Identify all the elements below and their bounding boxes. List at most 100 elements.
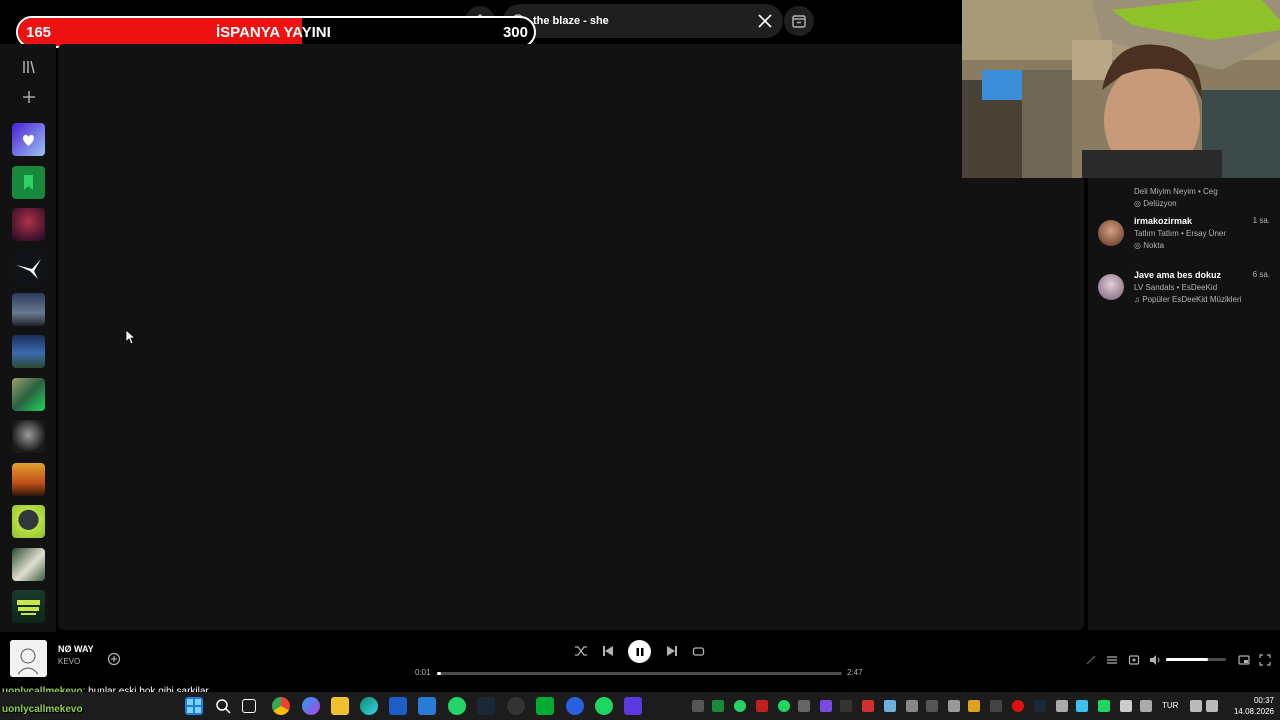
- playlist-thumb-5[interactable]: [12, 378, 45, 411]
- playback-progress-bar[interactable]: [437, 672, 842, 675]
- tray-icon[interactable]: [712, 700, 724, 712]
- miniplayer-icon: [1238, 655, 1250, 665]
- tray-icon[interactable]: [926, 700, 938, 712]
- tray-icon[interactable]: [734, 700, 746, 712]
- pencil-icon: [1086, 655, 1096, 665]
- friend-context[interactable]: ♫ Popüler EsDeeKid Müzikleri: [1134, 295, 1241, 304]
- friend-activity-item[interactable]: irmakozirmak 1 sa. Tatlım Tatlım • Ersay…: [1098, 216, 1270, 260]
- tray-icon[interactable]: [1034, 700, 1046, 712]
- shuffle-icon: [575, 646, 587, 656]
- playlist-thumb-7[interactable]: [12, 463, 45, 496]
- mouse-cursor-icon: [126, 330, 136, 345]
- shuffle-button[interactable]: [573, 643, 589, 659]
- tray-icon[interactable]: [968, 700, 980, 712]
- copilot-icon[interactable]: [302, 697, 320, 715]
- tray-icon[interactable]: [756, 700, 768, 712]
- tray-icon[interactable]: [1056, 700, 1068, 712]
- store-icon[interactable]: [389, 697, 407, 715]
- start-button[interactable]: [185, 697, 203, 715]
- tray-icon[interactable]: [692, 700, 704, 712]
- now-playing-view-button[interactable]: [1084, 653, 1098, 667]
- bird-icon: [16, 259, 41, 279]
- chrome-icon[interactable]: [272, 697, 290, 715]
- library-toggle-button[interactable]: [18, 56, 40, 78]
- playlist-thumb-10[interactable]: [12, 590, 45, 623]
- tray-icon[interactable]: [884, 700, 896, 712]
- app-icon[interactable]: [624, 697, 642, 715]
- volume-slider[interactable]: [1166, 658, 1226, 661]
- playlist-thumb-3[interactable]: [12, 293, 45, 326]
- volume-icon[interactable]: [1206, 700, 1218, 712]
- add-to-library-button[interactable]: [107, 652, 121, 666]
- pause-button[interactable]: [628, 640, 651, 663]
- clock[interactable]: 00:37 14.08.2026: [1226, 695, 1274, 717]
- friend-activity-item[interactable]: Jave ama bes dokuz 6 sa. LV Sandals • Es…: [1098, 270, 1270, 314]
- playlist-thumb-2[interactable]: [12, 251, 45, 284]
- friend-track[interactable]: Tatlım Tatlım • Ersay Üner: [1134, 229, 1226, 238]
- language-indicator[interactable]: TUR: [1162, 701, 1178, 710]
- friend-activity-item[interactable]: Deli Miyim Neyim • Ceg ◎ Delüzyon: [1098, 174, 1270, 218]
- tray-icon[interactable]: [798, 700, 810, 712]
- friend-context[interactable]: ◎ Delüzyon: [1134, 199, 1177, 208]
- tray-icon[interactable]: [862, 700, 874, 712]
- miniplayer-button[interactable]: [1237, 653, 1251, 667]
- repeat-button[interactable]: [690, 643, 706, 659]
- whatsapp-icon[interactable]: [448, 697, 466, 715]
- search-input[interactable]: [533, 11, 753, 31]
- ea-icon[interactable]: [566, 697, 584, 715]
- task-view-button[interactable]: [242, 699, 256, 713]
- friend-track[interactable]: LV Sandals • EsDeeKid: [1134, 283, 1217, 292]
- playlist-thumb-9[interactable]: [12, 548, 45, 581]
- playlist-thumb-1[interactable]: [12, 208, 45, 241]
- connect-device-button[interactable]: [1127, 653, 1141, 667]
- tray-icon[interactable]: [948, 700, 960, 712]
- file-explorer-icon[interactable]: [331, 697, 349, 715]
- previous-button[interactable]: [600, 643, 616, 659]
- skip-back-icon: [603, 646, 613, 656]
- browse-button[interactable]: [784, 6, 814, 36]
- tray-icon[interactable]: [1098, 700, 1110, 712]
- add-circle-icon: [107, 652, 121, 666]
- tray-icon[interactable]: [778, 700, 790, 712]
- tray-icon[interactable]: [990, 700, 1002, 712]
- clear-search-button[interactable]: [756, 12, 774, 30]
- friend-name[interactable]: Jave ama bes dokuz: [1134, 270, 1221, 280]
- now-playing-artist[interactable]: KEVO: [58, 657, 80, 666]
- outlook-icon[interactable]: [418, 697, 436, 715]
- playlist-thumb-8[interactable]: [12, 505, 45, 538]
- friend-context[interactable]: ◎ Nokta: [1134, 241, 1164, 250]
- plus-icon: [23, 91, 35, 103]
- tray-icon[interactable]: [906, 700, 918, 712]
- your-episodes-item[interactable]: [12, 166, 45, 199]
- taskbar-search-button[interactable]: [214, 697, 232, 715]
- tray-icon[interactable]: [840, 700, 852, 712]
- network-icon[interactable]: [1190, 700, 1202, 712]
- heart-icon: [23, 134, 34, 146]
- app-icon[interactable]: [507, 697, 525, 715]
- search-bar[interactable]: [503, 4, 783, 38]
- edge-icon[interactable]: [360, 697, 378, 715]
- steam-icon[interactable]: [477, 697, 495, 715]
- mute-button[interactable]: [1148, 653, 1162, 667]
- microphone-icon[interactable]: [1140, 700, 1152, 712]
- tray-icon[interactable]: [820, 700, 832, 712]
- elapsed-time: 0:01: [415, 668, 431, 677]
- queue-button[interactable]: [1105, 653, 1119, 667]
- next-button[interactable]: [664, 643, 680, 659]
- spotify-icon[interactable]: [595, 697, 613, 715]
- playlist-thumb-4[interactable]: [12, 335, 45, 368]
- liked-songs-item[interactable]: [12, 123, 45, 156]
- chat-message: uonlycallmekevo: [2, 704, 83, 715]
- tray-icon[interactable]: [1076, 700, 1088, 712]
- create-playlist-button[interactable]: [18, 86, 40, 108]
- tray-icon[interactable]: [1120, 700, 1132, 712]
- tray-icon[interactable]: [1012, 700, 1024, 712]
- fullscreen-button[interactable]: [1258, 653, 1272, 667]
- app-icon[interactable]: [536, 697, 554, 715]
- friend-name[interactable]: irmakozirmak: [1134, 216, 1192, 226]
- now-playing-title[interactable]: NØ WAY: [58, 644, 94, 654]
- now-playing-cover[interactable]: [10, 640, 47, 677]
- windows-taskbar: uonlycallmekevo TUR 00:37 14.08.2026: [0, 692, 1280, 720]
- friend-track[interactable]: Deli Miyim Neyim • Ceg: [1134, 187, 1218, 196]
- playlist-thumb-6[interactable]: [12, 420, 45, 453]
